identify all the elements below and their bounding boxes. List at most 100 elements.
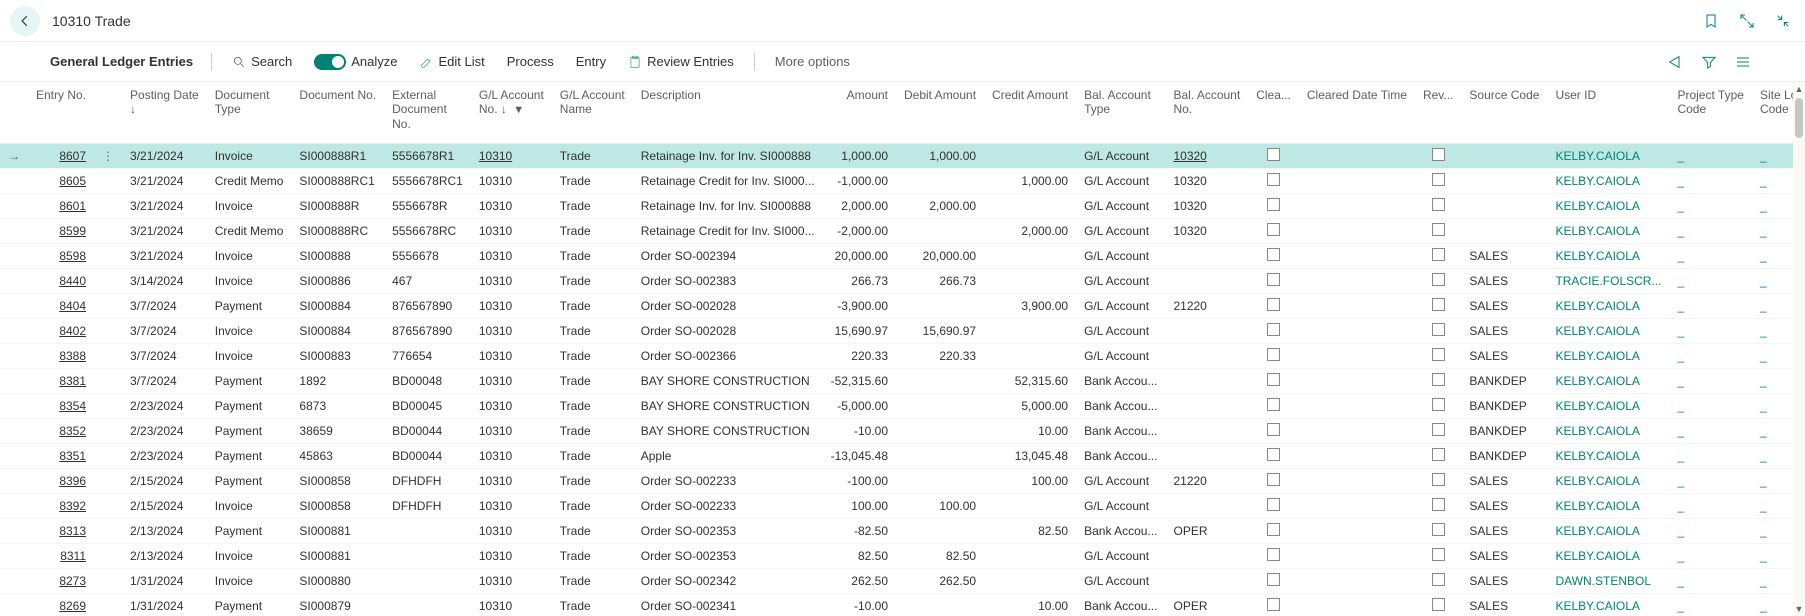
cell-bal-acc-no[interactable]: OPER [1165,594,1248,616]
cell-bal-acc-no[interactable]: 10320 [1165,219,1248,244]
cell-gl-acc-name[interactable]: Trade [552,519,633,544]
cell-bal-acc-no[interactable] [1165,319,1248,344]
cell-gl-acc-no[interactable]: 10310 [471,394,552,419]
vertical-scrollbar[interactable]: ▲ ▼ [1793,82,1805,616]
cell-entry-no[interactable]: 8396 [28,469,94,494]
cell-bal-acc-no[interactable] [1165,394,1248,419]
table-row[interactable]: 83922/15/2024InvoiceSI000858DFHDFH10310T… [0,494,1805,519]
cell-ext-doc-no[interactable]: BD00045 [384,394,471,419]
cell-posting-date[interactable]: 2/13/2024 [122,519,207,544]
cell-source[interactable]: BANKDEP [1461,394,1547,419]
cell-reversed[interactable] [1415,444,1461,469]
cell-entry-no[interactable]: 8269 [28,594,94,616]
cell-posting-date[interactable]: 2/23/2024 [122,394,207,419]
table-row[interactable]: 84023/7/2024InvoiceSI0008848765678901031… [0,319,1805,344]
cell-source[interactable]: SALES [1461,569,1547,594]
cell-doc-no[interactable]: 38659 [291,419,384,444]
row-actions[interactable] [94,244,122,269]
row-actions[interactable] [94,494,122,519]
cell-cleared[interactable] [1248,594,1299,616]
cell-entry-no[interactable]: 8599 [28,219,94,244]
cell-description[interactable]: Order SO-002233 [633,469,823,494]
cell-description[interactable]: Order SO-002028 [633,294,823,319]
cell-amount[interactable]: -1,000.00 [823,169,896,194]
cell-doc-type[interactable]: Payment [207,369,292,394]
cell-cleared-dt[interactable] [1299,419,1415,444]
cell-cleared-dt[interactable] [1299,219,1415,244]
cell-reversed[interactable] [1415,419,1461,444]
cell-credit[interactable] [984,269,1076,294]
cell-posting-date[interactable]: 3/21/2024 [122,219,207,244]
table-row[interactable]: 82691/31/2024PaymentSI00087910310TradeOr… [0,594,1805,616]
cell-gl-acc-no[interactable]: 10310 [471,319,552,344]
cell-description[interactable]: Apple [633,444,823,469]
row-indicator[interactable] [0,319,28,344]
row-indicator[interactable] [0,544,28,569]
cell-credit[interactable]: 2,000.00 [984,219,1076,244]
cell-description[interactable]: Retainage Credit for Inv. SI000... [633,169,823,194]
row-actions[interactable] [94,219,122,244]
cell-ext-doc-no[interactable]: 5556678RC1 [384,169,471,194]
cell-debit[interactable]: 2,000.00 [896,194,984,219]
cell-doc-no[interactable]: 6873 [291,394,384,419]
cell-doc-type[interactable]: Invoice [207,319,292,344]
cell-amount[interactable]: 100.00 [823,494,896,519]
cell-entry-no[interactable]: 8354 [28,394,94,419]
cell-proj-type[interactable]: _ [1669,269,1751,294]
cell-source[interactable]: SALES [1461,469,1547,494]
cell-bal-acc-no[interactable]: 10320 [1165,144,1248,169]
review-button[interactable]: Review Entries [620,50,742,73]
cell-description[interactable]: Order SO-002341 [633,594,823,616]
cell-doc-type[interactable]: Credit Memo [207,219,292,244]
cell-bal-acc-no[interactable] [1165,369,1248,394]
cell-posting-date[interactable]: 3/21/2024 [122,244,207,269]
row-indicator[interactable] [0,344,28,369]
cell-cleared[interactable] [1248,544,1299,569]
cell-proj-type[interactable]: _ [1669,419,1751,444]
table-row[interactable]: 85993/21/2024Credit MemoSI000888RC555667… [0,219,1805,244]
table-row[interactable]: 85983/21/2024InvoiceSI000888555667810310… [0,244,1805,269]
cell-ext-doc-no[interactable]: BD00044 [384,419,471,444]
cell-posting-date[interactable]: 2/23/2024 [122,419,207,444]
cell-bal-acc-no[interactable] [1165,269,1248,294]
cell-description[interactable]: Order SO-002383 [633,269,823,294]
cell-amount[interactable]: 82.50 [823,544,896,569]
cell-credit[interactable] [984,569,1076,594]
row-actions[interactable] [94,419,122,444]
cell-cleared-dt[interactable] [1299,569,1415,594]
cell-ext-doc-no[interactable]: 876567890 [384,294,471,319]
cell-source[interactable] [1461,169,1547,194]
table-row[interactable]: 83522/23/2024Payment38659BD0004410310Tra… [0,419,1805,444]
cell-gl-acc-no[interactable]: 10310 [471,544,552,569]
cell-user-id[interactable]: KELBY.CAIOLA [1547,294,1669,319]
cell-proj-type[interactable]: _ [1669,569,1751,594]
cell-cleared[interactable] [1248,519,1299,544]
cell-user-id[interactable]: KELBY.CAIOLA [1547,244,1669,269]
cell-reversed[interactable] [1415,269,1461,294]
cell-bal-acc-no[interactable]: OPER [1165,519,1248,544]
cell-user-id[interactable]: KELBY.CAIOLA [1547,544,1669,569]
row-actions[interactable] [94,369,122,394]
cell-posting-date[interactable]: 1/31/2024 [122,594,207,616]
bookmark-button[interactable] [1699,9,1723,33]
scroll-thumb[interactable] [1795,98,1803,138]
cell-debit[interactable]: 100.00 [896,494,984,519]
col-user[interactable]: User ID [1547,82,1669,144]
cell-gl-acc-no[interactable]: 10310 [471,369,552,394]
cell-reversed[interactable] [1415,569,1461,594]
cell-source[interactable]: SALES [1461,519,1547,544]
cell-gl-acc-no[interactable]: 10310 [471,519,552,544]
cell-entry-no[interactable]: 8313 [28,519,94,544]
table-row[interactable]: 83112/13/2024InvoiceSI00088110310TradeOr… [0,544,1805,569]
cell-amount[interactable]: -82.50 [823,519,896,544]
row-indicator[interactable]: → [0,144,28,169]
cell-reversed[interactable] [1415,244,1461,269]
cell-description[interactable]: Order SO-002028 [633,319,823,344]
cell-posting-date[interactable]: 3/7/2024 [122,319,207,344]
cell-credit[interactable]: 13,045.48 [984,444,1076,469]
cell-bal-acc-no[interactable]: 10320 [1165,194,1248,219]
cell-reversed[interactable] [1415,294,1461,319]
cell-doc-no[interactable]: SI000888R1 [291,144,384,169]
row-actions[interactable] [94,519,122,544]
cell-cleared[interactable] [1248,219,1299,244]
